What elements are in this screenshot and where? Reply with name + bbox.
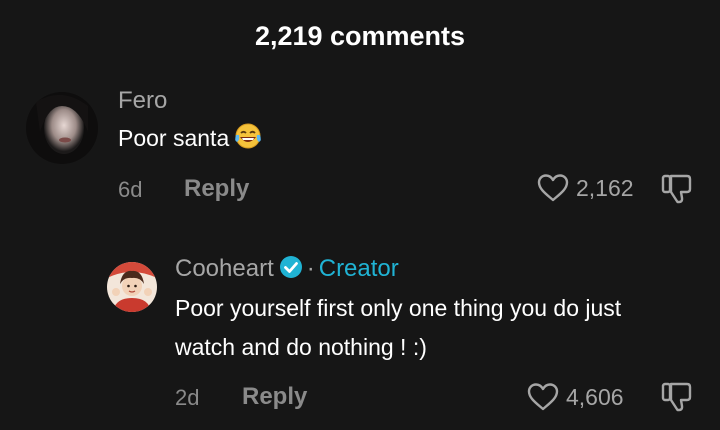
comments-panel: 2,219 comments Fero Poor santa 6d Reply … <box>0 0 720 430</box>
heart-icon <box>537 174 569 202</box>
like-count: 4,606 <box>566 384 624 410</box>
reply-username[interactable]: Cooheart <box>175 255 274 282</box>
avatar[interactable] <box>26 92 98 164</box>
reply-button[interactable]: Reply <box>184 175 249 203</box>
like-button[interactable]: 4,606 <box>526 381 624 413</box>
dislike-button[interactable] <box>660 380 694 419</box>
comment-username[interactable]: Fero <box>118 86 167 116</box>
thumbs-down-icon <box>661 382 692 412</box>
reply-username-line: Cooheart · Creator <box>175 254 399 287</box>
comment-text-body: Poor santa <box>118 125 230 151</box>
dislike-button[interactable] <box>660 172 694 211</box>
reply-text-line-2: watch and do nothing ! :) <box>175 334 427 360</box>
like-button[interactable]: 2,162 <box>536 172 634 204</box>
creator-tag: Creator <box>318 255 399 282</box>
comment-timestamp: 6d <box>118 177 143 202</box>
thumbs-down-icon <box>661 174 692 204</box>
comment-text: Poor santa <box>118 119 263 161</box>
like-count: 2,162 <box>576 175 634 201</box>
verified-badge-icon <box>279 255 303 287</box>
comments-count-title: 2,219 comments <box>254 21 466 51</box>
laughing-emoji-icon <box>233 122 263 161</box>
reply-button[interactable]: Reply <box>242 383 307 411</box>
heart-icon <box>527 383 559 411</box>
reply-text-line-1: Poor yourself first only one thing you d… <box>175 295 622 321</box>
reply-timestamp: 2d <box>175 385 200 410</box>
creator-avatar[interactable] <box>107 262 157 312</box>
creator-separator: · <box>306 255 315 282</box>
